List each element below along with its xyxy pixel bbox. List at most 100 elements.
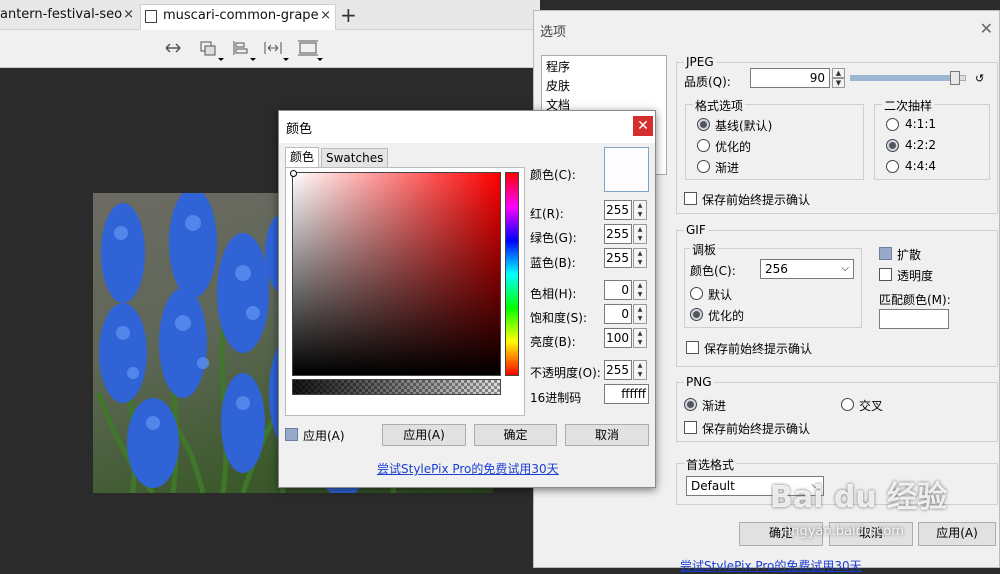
resize-icon[interactable] [198,39,224,61]
gif-group-title: GIF [684,223,708,237]
colors-select[interactable]: 256 ⌵ [760,259,854,279]
jpeg-confirm-checkbox[interactable] [684,192,697,205]
color-cancel-button[interactable]: 取消 [565,424,649,446]
png-confirm-label: 保存前始终提示确认 [702,422,811,436]
hex-label: 16进制码 [530,391,582,405]
tab-swatches[interactable]: Swatches [321,148,389,168]
opacity-slider[interactable] [292,379,501,395]
blue-label: 蓝色(B): [530,256,576,270]
png-confirm-checkbox[interactable] [684,421,697,434]
close-icon[interactable]: × [320,5,331,27]
saturation-input[interactable]: 0 [604,304,632,324]
radio-palette-default[interactable] [690,287,703,300]
hex-input[interactable]: ffffff [604,384,649,404]
red-label: 红(R): [530,207,564,221]
options-title: 选项 [540,25,567,40]
png-group-title: PNG [684,375,714,389]
color-dialog-title: 颜色 [286,122,313,137]
radio-optimized-label: 优化的 [715,140,752,154]
preferred-format-value: Default [691,479,735,493]
radio-444-label: 4:4:4 [905,159,936,173]
radio-baseline-label: 基线(默认) [715,119,773,133]
diffuse-label: 扩散 [897,248,922,262]
close-icon[interactable]: ✕ [633,116,653,136]
color-label: 颜色(C): [530,168,576,182]
match-color-label: 匹配颜色(M): [879,293,951,307]
spin-icon[interactable]: ▲ ▼ [633,200,647,220]
color-trial-link[interactable]: 尝试StylePix Pro的免费试用30天 [377,460,559,477]
radio-png-interlace[interactable] [841,398,854,411]
color-ok-button[interactable]: 确定 [474,424,557,446]
tab-color[interactable]: 颜色 [285,147,320,168]
opacity-input[interactable]: 255 [604,360,632,380]
color-dialog-titlebar: 颜色 ✕ [279,111,655,143]
tab-bar: antern-festival-seo × muscari-common-gra… [0,0,540,30]
picker-handle[interactable] [290,170,297,177]
radio-422[interactable] [886,139,899,152]
blue-input[interactable]: 255 [604,248,632,268]
preferred-format-select[interactable]: Default ⌵ [686,476,824,496]
canvas-size-icon[interactable] [297,39,323,61]
distribute-icon[interactable] [263,39,289,61]
tab-lantern-festival[interactable]: antern-festival-seo × [0,4,138,30]
new-tab-button[interactable]: + [340,5,357,25]
toolbar [0,30,540,68]
close-icon[interactable]: × [123,4,134,26]
radio-optimized[interactable] [697,139,710,152]
reset-icon[interactable]: ↺ [975,72,984,85]
flip-horizontal-icon[interactable] [163,39,183,57]
saturation-brightness-field[interactable] [290,170,501,376]
document-icon [145,10,157,23]
diffuse-checkbox[interactable] [879,247,892,260]
brightness-input[interactable]: 100 [604,328,632,348]
radio-png-progressive-label: 渐进 [702,399,727,413]
spin-icon[interactable]: ▲ ▼ [633,360,647,380]
format-options-group [685,104,864,180]
brightness-label: 亮度(B): [530,335,576,349]
quality-input[interactable]: 90 [750,68,830,88]
radio-png-progressive[interactable] [684,398,697,411]
close-icon[interactable]: ✕ [980,19,993,38]
hue-input[interactable]: 0 [604,280,632,300]
spin-icon[interactable]: ▲ ▼ [633,280,647,300]
align-icon[interactable] [230,39,256,61]
quality-slider[interactable] [850,71,966,85]
spin-icon[interactable]: ▲ ▼ [633,328,647,348]
radio-411[interactable] [886,118,899,131]
radio-444[interactable] [886,160,899,173]
color-apply-button[interactable]: 应用(A) [382,424,466,446]
category-item-skin[interactable]: 皮肤 [546,77,662,96]
spin-icon[interactable]: ▲ ▼ [633,248,647,268]
format-options-title: 格式选项 [693,97,746,114]
radio-progressive[interactable] [697,160,710,173]
apply-checkbox-label: 应用(A) [303,429,345,443]
options-cancel-button[interactable]: 取消 [829,522,913,546]
green-label: 绿色(G): [530,231,577,245]
spin-icon[interactable]: ▲ ▼ [633,224,647,244]
gif-confirm-checkbox[interactable] [686,341,699,354]
transparency-checkbox[interactable] [879,268,892,281]
hue-slider[interactable] [505,172,519,376]
apply-checkbox[interactable] [285,428,298,441]
spin-up-icon[interactable]: ▲ [832,68,845,78]
tab-muscari[interactable]: muscari-common-grape × [140,4,336,30]
tab-label: antern-festival-seo [0,7,123,22]
options-trial-link[interactable]: 尝试StylePix Pro的免费试用30天 [680,557,862,574]
radio-422-label: 4:2:2 [905,138,936,152]
spin-down-icon[interactable]: ▼ [832,78,845,88]
palette-title: 调板 [690,241,719,258]
radio-baseline[interactable] [697,118,710,131]
preferred-format-title: 首选格式 [684,456,737,473]
radio-palette-optimized-label: 优化的 [708,309,745,323]
red-input[interactable]: 255 [604,200,632,220]
quality-label: 品质(Q): [684,75,731,89]
spin-icon[interactable]: ▲ ▼ [633,304,647,324]
options-ok-button[interactable]: 确定 [739,522,823,546]
chevron-down-icon: ⌵ [841,263,849,274]
saturation-label: 饱和度(S): [530,311,588,325]
radio-palette-optimized[interactable] [690,308,703,321]
options-apply-button[interactable]: 应用(A) [918,522,996,546]
match-color-input[interactable] [879,309,949,329]
category-item-program[interactable]: 程序 [546,58,662,77]
green-input[interactable]: 255 [604,224,632,244]
